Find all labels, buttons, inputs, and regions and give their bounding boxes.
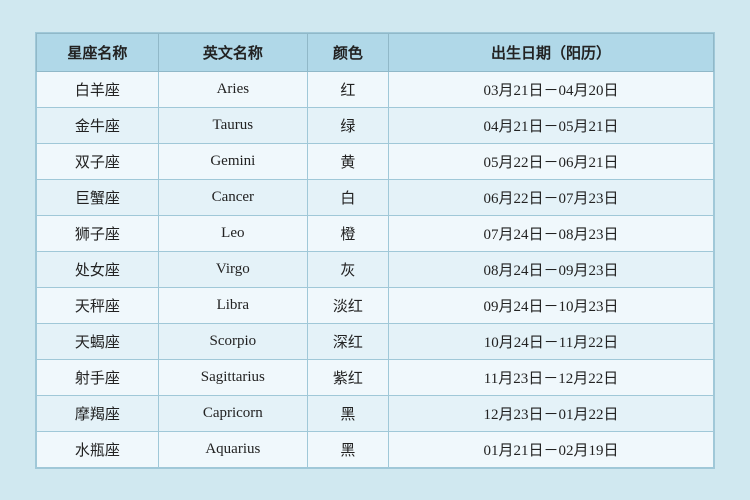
header-english: 英文名称 [158, 33, 307, 71]
cell-date: 04月21日－05月21日 [389, 107, 714, 143]
cell-chinese: 巨蟹座 [37, 179, 159, 215]
cell-english: Leo [158, 215, 307, 251]
cell-chinese: 双子座 [37, 143, 159, 179]
cell-date: 07月24日－08月23日 [389, 215, 714, 251]
table-row: 天蝎座Scorpio深红10月24日－11月22日 [37, 323, 714, 359]
table-row: 射手座Sagittarius紫红11月23日－12月22日 [37, 359, 714, 395]
cell-english: Aquarius [158, 431, 307, 467]
cell-color: 灰 [307, 251, 388, 287]
table-row: 白羊座Aries红03月21日－04月20日 [37, 71, 714, 107]
zodiac-table-container: 星座名称 英文名称 颜色 出生日期（阳历） 白羊座Aries红03月21日－04… [35, 32, 715, 469]
table-row: 摩羯座Capricorn黑12月23日－01月22日 [37, 395, 714, 431]
cell-chinese: 射手座 [37, 359, 159, 395]
cell-color: 淡红 [307, 287, 388, 323]
header-color: 颜色 [307, 33, 388, 71]
cell-english: Cancer [158, 179, 307, 215]
cell-chinese: 水瓶座 [37, 431, 159, 467]
cell-english: Capricorn [158, 395, 307, 431]
cell-color: 橙 [307, 215, 388, 251]
cell-color: 紫红 [307, 359, 388, 395]
cell-chinese: 天秤座 [37, 287, 159, 323]
cell-chinese: 处女座 [37, 251, 159, 287]
cell-color: 黄 [307, 143, 388, 179]
cell-date: 05月22日－06月21日 [389, 143, 714, 179]
cell-chinese: 天蝎座 [37, 323, 159, 359]
table-header-row: 星座名称 英文名称 颜色 出生日期（阳历） [37, 33, 714, 71]
table-row: 金牛座Taurus绿04月21日－05月21日 [37, 107, 714, 143]
cell-chinese: 金牛座 [37, 107, 159, 143]
cell-color: 黑 [307, 431, 388, 467]
cell-color: 白 [307, 179, 388, 215]
cell-date: 11月23日－12月22日 [389, 359, 714, 395]
cell-english: Libra [158, 287, 307, 323]
header-chinese: 星座名称 [37, 33, 159, 71]
table-row: 处女座Virgo灰08月24日－09月23日 [37, 251, 714, 287]
cell-chinese: 白羊座 [37, 71, 159, 107]
cell-date: 12月23日－01月22日 [389, 395, 714, 431]
cell-date: 08月24日－09月23日 [389, 251, 714, 287]
cell-english: Gemini [158, 143, 307, 179]
header-date: 出生日期（阳历） [389, 33, 714, 71]
cell-english: Scorpio [158, 323, 307, 359]
cell-color: 绿 [307, 107, 388, 143]
table-row: 双子座Gemini黄05月22日－06月21日 [37, 143, 714, 179]
zodiac-table: 星座名称 英文名称 颜色 出生日期（阳历） 白羊座Aries红03月21日－04… [36, 33, 714, 468]
cell-chinese: 摩羯座 [37, 395, 159, 431]
cell-color: 黑 [307, 395, 388, 431]
cell-date: 10月24日－11月22日 [389, 323, 714, 359]
cell-english: Sagittarius [158, 359, 307, 395]
cell-date: 01月21日－02月19日 [389, 431, 714, 467]
table-row: 水瓶座Aquarius黑01月21日－02月19日 [37, 431, 714, 467]
table-row: 狮子座Leo橙07月24日－08月23日 [37, 215, 714, 251]
table-row: 天秤座Libra淡红09月24日－10月23日 [37, 287, 714, 323]
table-row: 巨蟹座Cancer白06月22日－07月23日 [37, 179, 714, 215]
cell-chinese: 狮子座 [37, 215, 159, 251]
cell-date: 06月22日－07月23日 [389, 179, 714, 215]
cell-english: Taurus [158, 107, 307, 143]
cell-color: 红 [307, 71, 388, 107]
cell-english: Virgo [158, 251, 307, 287]
cell-date: 03月21日－04月20日 [389, 71, 714, 107]
cell-date: 09月24日－10月23日 [389, 287, 714, 323]
cell-english: Aries [158, 71, 307, 107]
cell-color: 深红 [307, 323, 388, 359]
